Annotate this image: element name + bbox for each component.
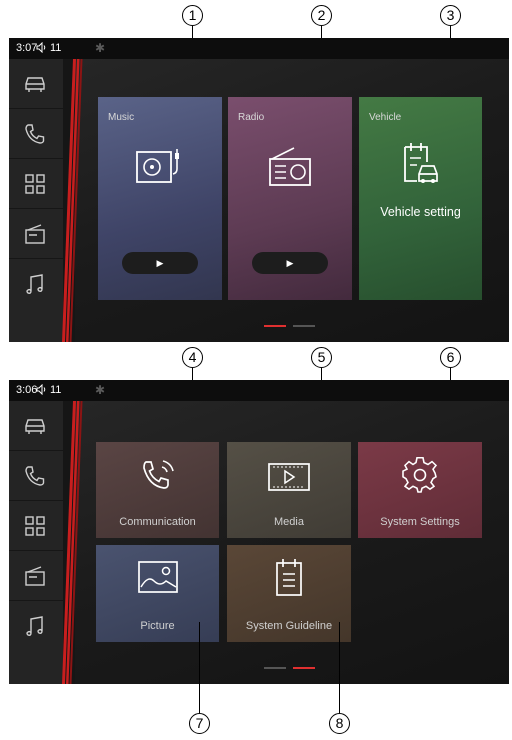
callout-3: 3 (440, 5, 461, 26)
media-tile-label: Media (274, 516, 304, 528)
sidebar-item-radio[interactable] (9, 209, 63, 259)
media-tile[interactable]: Media (227, 442, 351, 538)
volume-indicator[interactable]: 11 (36, 42, 62, 54)
radio-tile-label: Radio (238, 112, 265, 123)
page-dot-2[interactable] (293, 325, 315, 327)
clock-time: 3:07 (16, 42, 38, 54)
clipboard-icon (276, 559, 302, 596)
sidebar-item-vehicle[interactable] (9, 59, 63, 109)
car-icon (25, 419, 45, 434)
sidebar (9, 401, 63, 684)
music-tile[interactable]: Music ▶ (98, 97, 222, 300)
page-indicator[interactable] (264, 667, 315, 670)
sidebar-item-music[interactable] (9, 259, 63, 309)
sidebar-item-music[interactable] (9, 601, 63, 651)
vehicle-clipboard-icon (404, 143, 438, 183)
page-dot-1-active[interactable] (264, 325, 286, 327)
clock-time: 3:06 (16, 384, 38, 396)
system-settings-tile[interactable]: System Settings (358, 442, 482, 538)
radio-play-button[interactable]: ▶ (252, 252, 328, 274)
status-bar: 3:06 11 ✱ (9, 380, 509, 401)
sidebar-item-phone[interactable] (9, 451, 63, 501)
callout-1: 1 (182, 5, 203, 26)
system-guideline-tile-label: System Guideline (245, 620, 333, 632)
speaker-icon (36, 384, 46, 395)
sidebar-item-apps[interactable] (9, 159, 63, 209)
radio-icon (269, 147, 311, 186)
apps-grid-icon (25, 174, 45, 194)
music-note-icon (26, 274, 43, 294)
music-tile-label: Music (108, 112, 135, 123)
vehicle-tile-label: Vehicle (369, 112, 402, 123)
callout-2: 2 (311, 5, 332, 26)
callout-6: 6 (440, 347, 461, 368)
volume-level: 11 (50, 42, 62, 54)
page-indicator[interactable] (264, 325, 315, 328)
radio-icon (25, 566, 45, 586)
phone-call-icon (143, 460, 174, 489)
communication-tile-label: Communication (119, 516, 196, 528)
sidebar-item-apps[interactable] (9, 501, 63, 551)
callout-8: 8 (329, 713, 350, 734)
page-dot-1[interactable] (264, 667, 286, 669)
communication-tile[interactable]: Communication (96, 442, 219, 538)
vehicle-tile[interactable]: Vehicle Vehicle setting (359, 97, 482, 300)
volume-level: 11 (50, 384, 62, 396)
sidebar-item-phone[interactable] (9, 109, 63, 159)
apps-grid-icon (25, 516, 45, 536)
sidebar (9, 59, 63, 342)
bluetooth-icon: ✱ (95, 41, 106, 55)
car-icon (25, 77, 45, 92)
picture-tile[interactable]: Picture (96, 545, 219, 642)
turntable-icon (136, 149, 179, 183)
gear-icon (402, 457, 438, 493)
picture-icon (138, 561, 178, 593)
home-screen-page-2: 3:06 11 ✱ Communication Media System Set… (9, 380, 509, 684)
volume-indicator[interactable]: 11 (36, 384, 62, 396)
bluetooth-icon: ✱ (95, 383, 106, 397)
sidebar-item-vehicle[interactable] (9, 401, 63, 451)
red-accent-stripes (62, 401, 83, 684)
picture-tile-label: Picture (140, 620, 175, 632)
callout-4: 4 (182, 347, 203, 368)
status-bar: 3:07 11 ✱ (9, 38, 509, 59)
red-accent-stripes (62, 59, 83, 342)
callout-8-leader (339, 622, 340, 713)
phone-icon (25, 124, 45, 144)
page-dot-2-active[interactable] (293, 667, 315, 669)
system-settings-tile-label: System Settings (380, 516, 460, 528)
sidebar-item-radio[interactable] (9, 551, 63, 601)
radio-icon (25, 224, 45, 244)
callout-7: 7 (189, 713, 210, 734)
callout-5: 5 (311, 347, 332, 368)
callout-7-leader (199, 622, 200, 713)
speaker-icon (36, 42, 46, 53)
radio-tile[interactable]: Radio ▶ (228, 97, 352, 300)
home-screen-page-1: 3:07 11 ✱ Music ▶ Radio ▶ Vehicle Vehicl… (9, 38, 509, 342)
phone-icon (25, 466, 45, 486)
music-play-button[interactable]: ▶ (122, 252, 198, 274)
vehicle-setting-text: Vehicle setting (380, 205, 461, 219)
media-player-icon (268, 463, 310, 491)
music-note-icon (26, 616, 43, 636)
system-guideline-tile[interactable]: System Guideline (227, 545, 351, 642)
